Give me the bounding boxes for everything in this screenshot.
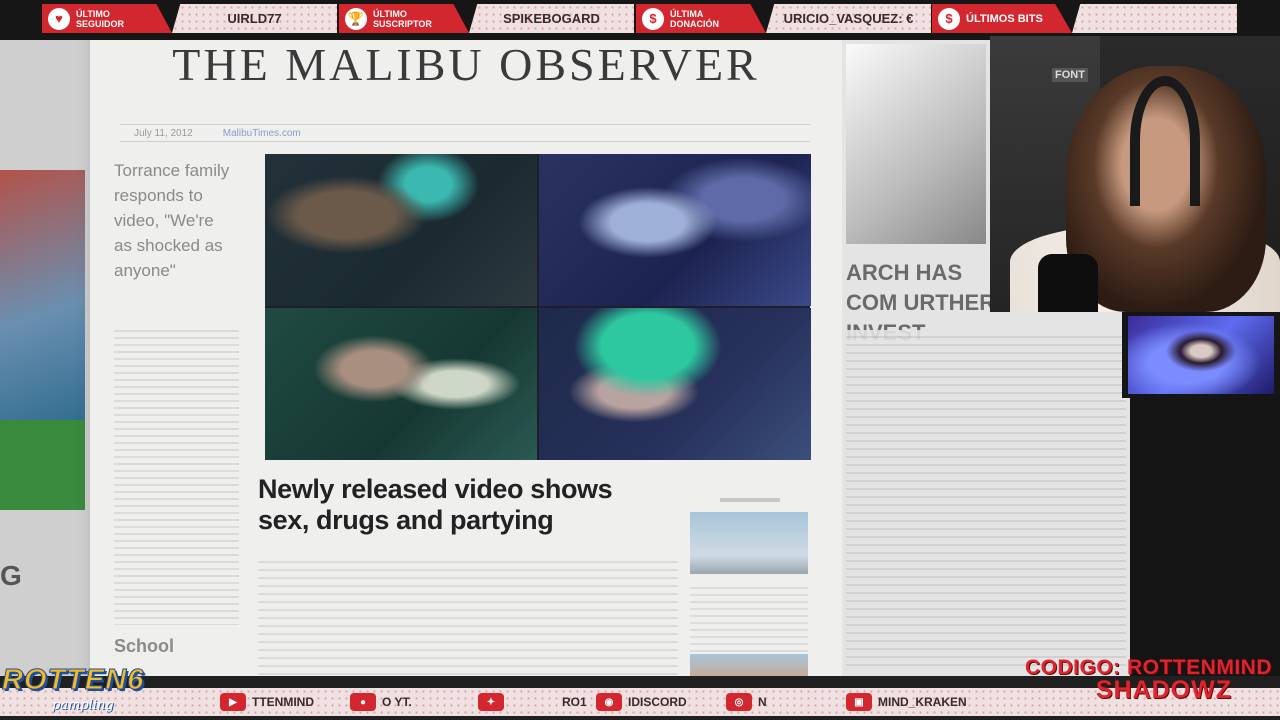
youtube-icon: ▶ [220,693,246,711]
thumbnail-photo [690,512,808,574]
alert-label: ÚLTIMA DONACIÓN [670,8,719,29]
newspaper-masthead: THE MALIBU OBSERVER [172,39,760,90]
alert-label: ÚLTIMO SEGUIDOR [76,8,125,29]
side-article-text [114,325,239,625]
alert-last-follower: ♥ ÚLTIMO SEGUIDOR UIRLD77 [42,4,337,33]
alert-value: URICIO_VASQUEZ: € [766,4,931,33]
ticker-item: ✦ RO1 [478,691,587,713]
ticker-item: ▣ MIND_KRAKEN [846,691,967,713]
article-body-text [258,555,678,675]
side-headline: Torrance family responds to video, "We'r… [114,161,230,280]
ticker-item: ▶ TTENMIND [220,691,314,713]
promo-code-name: SHADOWZ [1095,676,1232,704]
right-page-text [846,330,1126,670]
ticker-item: ◉ IDISCORD [596,691,687,713]
party-photo [265,308,537,460]
ticker-item: ● O YT. [350,691,412,713]
alerts-bar: ♥ ÚLTIMO SEGUIDOR UIRLD77 🏆 ÚLTIMO SUSCR… [0,0,1280,40]
alert-value: SPIKEBOGARD [469,4,634,33]
alert-value: UIRLD77 [172,4,337,33]
discord-icon: ◉ [596,693,622,711]
twitch-icon: ▣ [846,693,872,711]
alert-last-donation: $ ÚLTIMA DONACIÓN URICIO_VASQUEZ: € [636,4,931,33]
alert-label: ÚLTIMO SUSCRIPTOR [373,8,432,29]
main-headline: Newly released video shows sex, drugs an… [258,474,613,535]
party-photo [539,154,811,306]
logo-text: ROTTEN6 [2,664,145,697]
webcam-sign: FONT [1052,68,1088,82]
ticker-text: IDISCORD [628,695,687,709]
moneybag-icon: $ [938,7,960,30]
alert-tag: ♥ ÚLTIMO SEGUIDOR [42,4,172,33]
party-photo-grid [265,154,811,460]
clip-frame [1128,316,1274,394]
rotten-logo: ROTTEN6 pampling [2,664,172,720]
logo-subtext: pampling [52,698,114,713]
ticker-text: RO1 [562,695,587,709]
newspaper-site: MalibuTimes.com [222,127,301,139]
alert-tag: 🏆 ÚLTIMO SUSCRIPTOR [339,4,469,33]
steam-icon: ● [350,693,376,711]
alert-value [1072,4,1237,33]
instagram-icon: ◎ [726,693,752,711]
thumbnail-caption [720,498,780,502]
ticker-item: ◎ N [726,691,767,713]
alert-tag: $ ÚLTIMA DONACIÓN [636,4,766,33]
alert-last-subscriber: 🏆 ÚLTIMO SUSCRIPTOR SPIKEBOGARD [339,4,634,33]
newspaper-date: July 11, 2012 [134,127,193,139]
heart-icon: ♥ [48,7,70,30]
ticker-text: O YT. [382,695,412,709]
party-photo [539,308,811,460]
alert-last-bits: $ ÚLTIMOS BITS [932,4,1237,33]
trophy-icon: 🏆 [345,7,367,30]
left-newspaper-page: G [0,30,95,680]
secondary-video-clip [1122,312,1280,398]
grass-photo [0,420,85,510]
twitter-icon: ✦ [478,693,504,711]
promo-code: CODIGO: ROTTENMIND SHADOWZ [1025,656,1272,705]
headset-icon [1130,76,1200,206]
alert-label: ÚLTIMOS BITS [966,12,1043,25]
cash-icon: $ [642,7,664,30]
building-photo [0,170,85,430]
overlay-dark-panel [1130,396,1280,686]
thumbnail-text [690,582,808,662]
streamer-webcam: FONT [990,36,1280,312]
ticker-text: TTENMIND [252,695,314,709]
ticker-text: MIND_KRAKEN [878,695,967,709]
left-page-letter: G [0,560,22,591]
ticker-text: N [758,695,767,709]
side-school-heading: School [114,636,175,656]
main-newspaper-page: THE MALIBU OBSERVER July 11, 2012 Malibu… [90,30,842,680]
alert-tag: $ ÚLTIMOS BITS [932,4,1072,33]
party-photo [265,154,537,306]
microphone-icon [1038,254,1098,312]
newspaper-dateline: July 11, 2012 MalibuTimes.com [120,124,810,142]
right-page-photo [846,44,986,244]
